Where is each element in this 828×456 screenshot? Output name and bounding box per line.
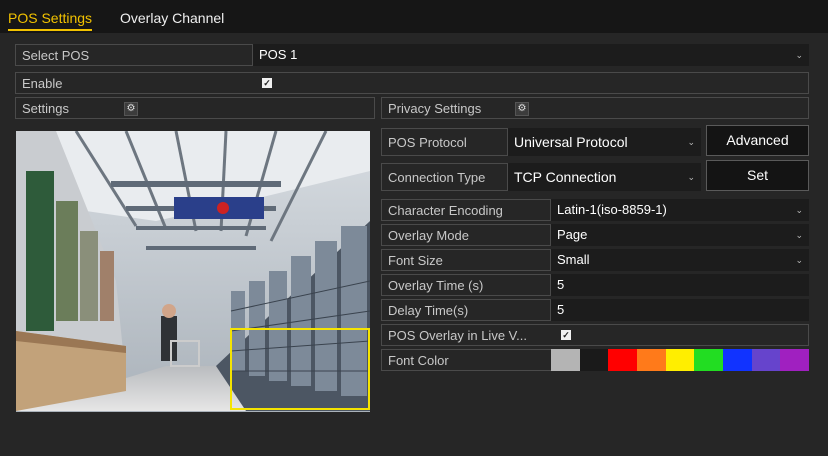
chevron-down-icon: ⌄ (795, 205, 803, 215)
overlay-mode-dropdown[interactable]: Page ⌄ (550, 224, 809, 246)
font-size-row: Font Size Small ⌄ (381, 249, 809, 271)
enable-label: Enable (22, 76, 63, 91)
overlay-time-value: 5 (557, 277, 565, 292)
chevron-down-icon: ⌄ (795, 230, 803, 240)
pos-overlay-live-label: POS Overlay in Live V... (388, 328, 527, 343)
advanced-button[interactable]: Advanced (706, 125, 809, 156)
connection-type-row: Connection Type TCP Connection ⌄ (381, 163, 701, 191)
character-encoding-dropdown[interactable]: Latin-1(iso-8859-1) ⌄ (550, 199, 809, 221)
select-pos-label: Select POS (22, 48, 90, 63)
font-color-swatch[interactable] (751, 349, 781, 371)
font-color-palette (551, 349, 810, 371)
font-color-swatch[interactable] (551, 349, 580, 371)
font-size-label: Font Size (388, 253, 443, 268)
enable-checkbox[interactable]: ✓ (262, 78, 272, 88)
character-encoding-row: Character Encoding Latin-1(iso-8859-1) ⌄ (381, 199, 809, 221)
privacy-settings-row: Privacy Settings ⚙ (381, 97, 809, 119)
enable-row: Enable ✓ (15, 72, 809, 94)
connection-type-dropdown[interactable]: TCP Connection ⌄ (507, 163, 701, 191)
overlay-time-row: Overlay Time (s) 5 (381, 274, 809, 296)
select-pos-dropdown[interactable]: POS 1 ⌄ (252, 44, 809, 66)
set-button[interactable]: Set (706, 160, 809, 191)
font-color-swatch[interactable] (665, 349, 695, 371)
font-size-dropdown[interactable]: Small ⌄ (550, 249, 809, 271)
font-color-swatch[interactable] (694, 349, 724, 371)
pos-protocol-value: Universal Protocol (514, 134, 628, 150)
pos-overlay-live-row: POS Overlay in Live V... ✓ (381, 324, 809, 346)
chevron-down-icon: ⌄ (795, 255, 803, 265)
pos-protocol-row: POS Protocol Universal Protocol ⌄ (381, 128, 701, 156)
overlay-mode-label: Overlay Mode (388, 228, 469, 243)
delay-time-field[interactable]: 5 (550, 299, 809, 321)
character-encoding-value: Latin-1(iso-8859-1) (557, 202, 667, 217)
character-encoding-label: Character Encoding (388, 203, 503, 218)
tab-bar: POS Settings Overlay Channel (0, 0, 828, 33)
select-pos-value: POS 1 (259, 47, 298, 62)
connection-type-value: TCP Connection (514, 169, 617, 185)
delay-time-row: Delay Time(s) 5 (381, 299, 809, 321)
connection-type-label: Connection Type (388, 170, 486, 185)
overlay-time-label: Overlay Time (s) (388, 278, 484, 293)
pos-protocol-dropdown[interactable]: Universal Protocol ⌄ (507, 128, 701, 156)
select-pos-row: Select POS POS 1 ⌄ (15, 44, 809, 66)
gear-icon[interactable]: ⚙ (515, 102, 529, 116)
font-color-swatch[interactable] (780, 349, 810, 371)
delay-time-value: 5 (557, 302, 565, 317)
tab-overlay-channel[interactable]: Overlay Channel (120, 10, 224, 26)
font-color-swatch[interactable] (608, 349, 638, 371)
pos-overlay-live-checkbox[interactable]: ✓ (561, 330, 571, 340)
live-preview-image[interactable] (16, 131, 370, 412)
chevron-down-icon: ⌄ (687, 137, 695, 147)
font-color-swatch[interactable] (579, 349, 609, 371)
privacy-settings-label: Privacy Settings (388, 101, 482, 116)
tab-pos-settings[interactable]: POS Settings (8, 10, 93, 31)
delay-time-label: Delay Time(s) (388, 303, 469, 318)
font-color-swatch[interactable] (637, 349, 666, 371)
overlay-time-field[interactable]: 5 (550, 274, 809, 296)
supermarket-scene-image (16, 131, 370, 412)
font-color-row: Font Color (381, 349, 810, 371)
pos-protocol-label: POS Protocol (388, 135, 467, 150)
font-color-label: Font Color (388, 353, 449, 368)
chevron-down-icon: ⌄ (795, 50, 803, 60)
settings-row: Settings ⚙ (15, 97, 375, 119)
font-size-value: Small (557, 252, 590, 267)
settings-label: Settings (22, 101, 69, 116)
font-color-swatch[interactable] (723, 349, 752, 371)
chevron-down-icon: ⌄ (687, 172, 695, 182)
overlay-mode-row: Overlay Mode Page ⌄ (381, 224, 809, 246)
overlay-mode-value: Page (557, 227, 588, 242)
gear-icon[interactable]: ⚙ (124, 102, 138, 116)
